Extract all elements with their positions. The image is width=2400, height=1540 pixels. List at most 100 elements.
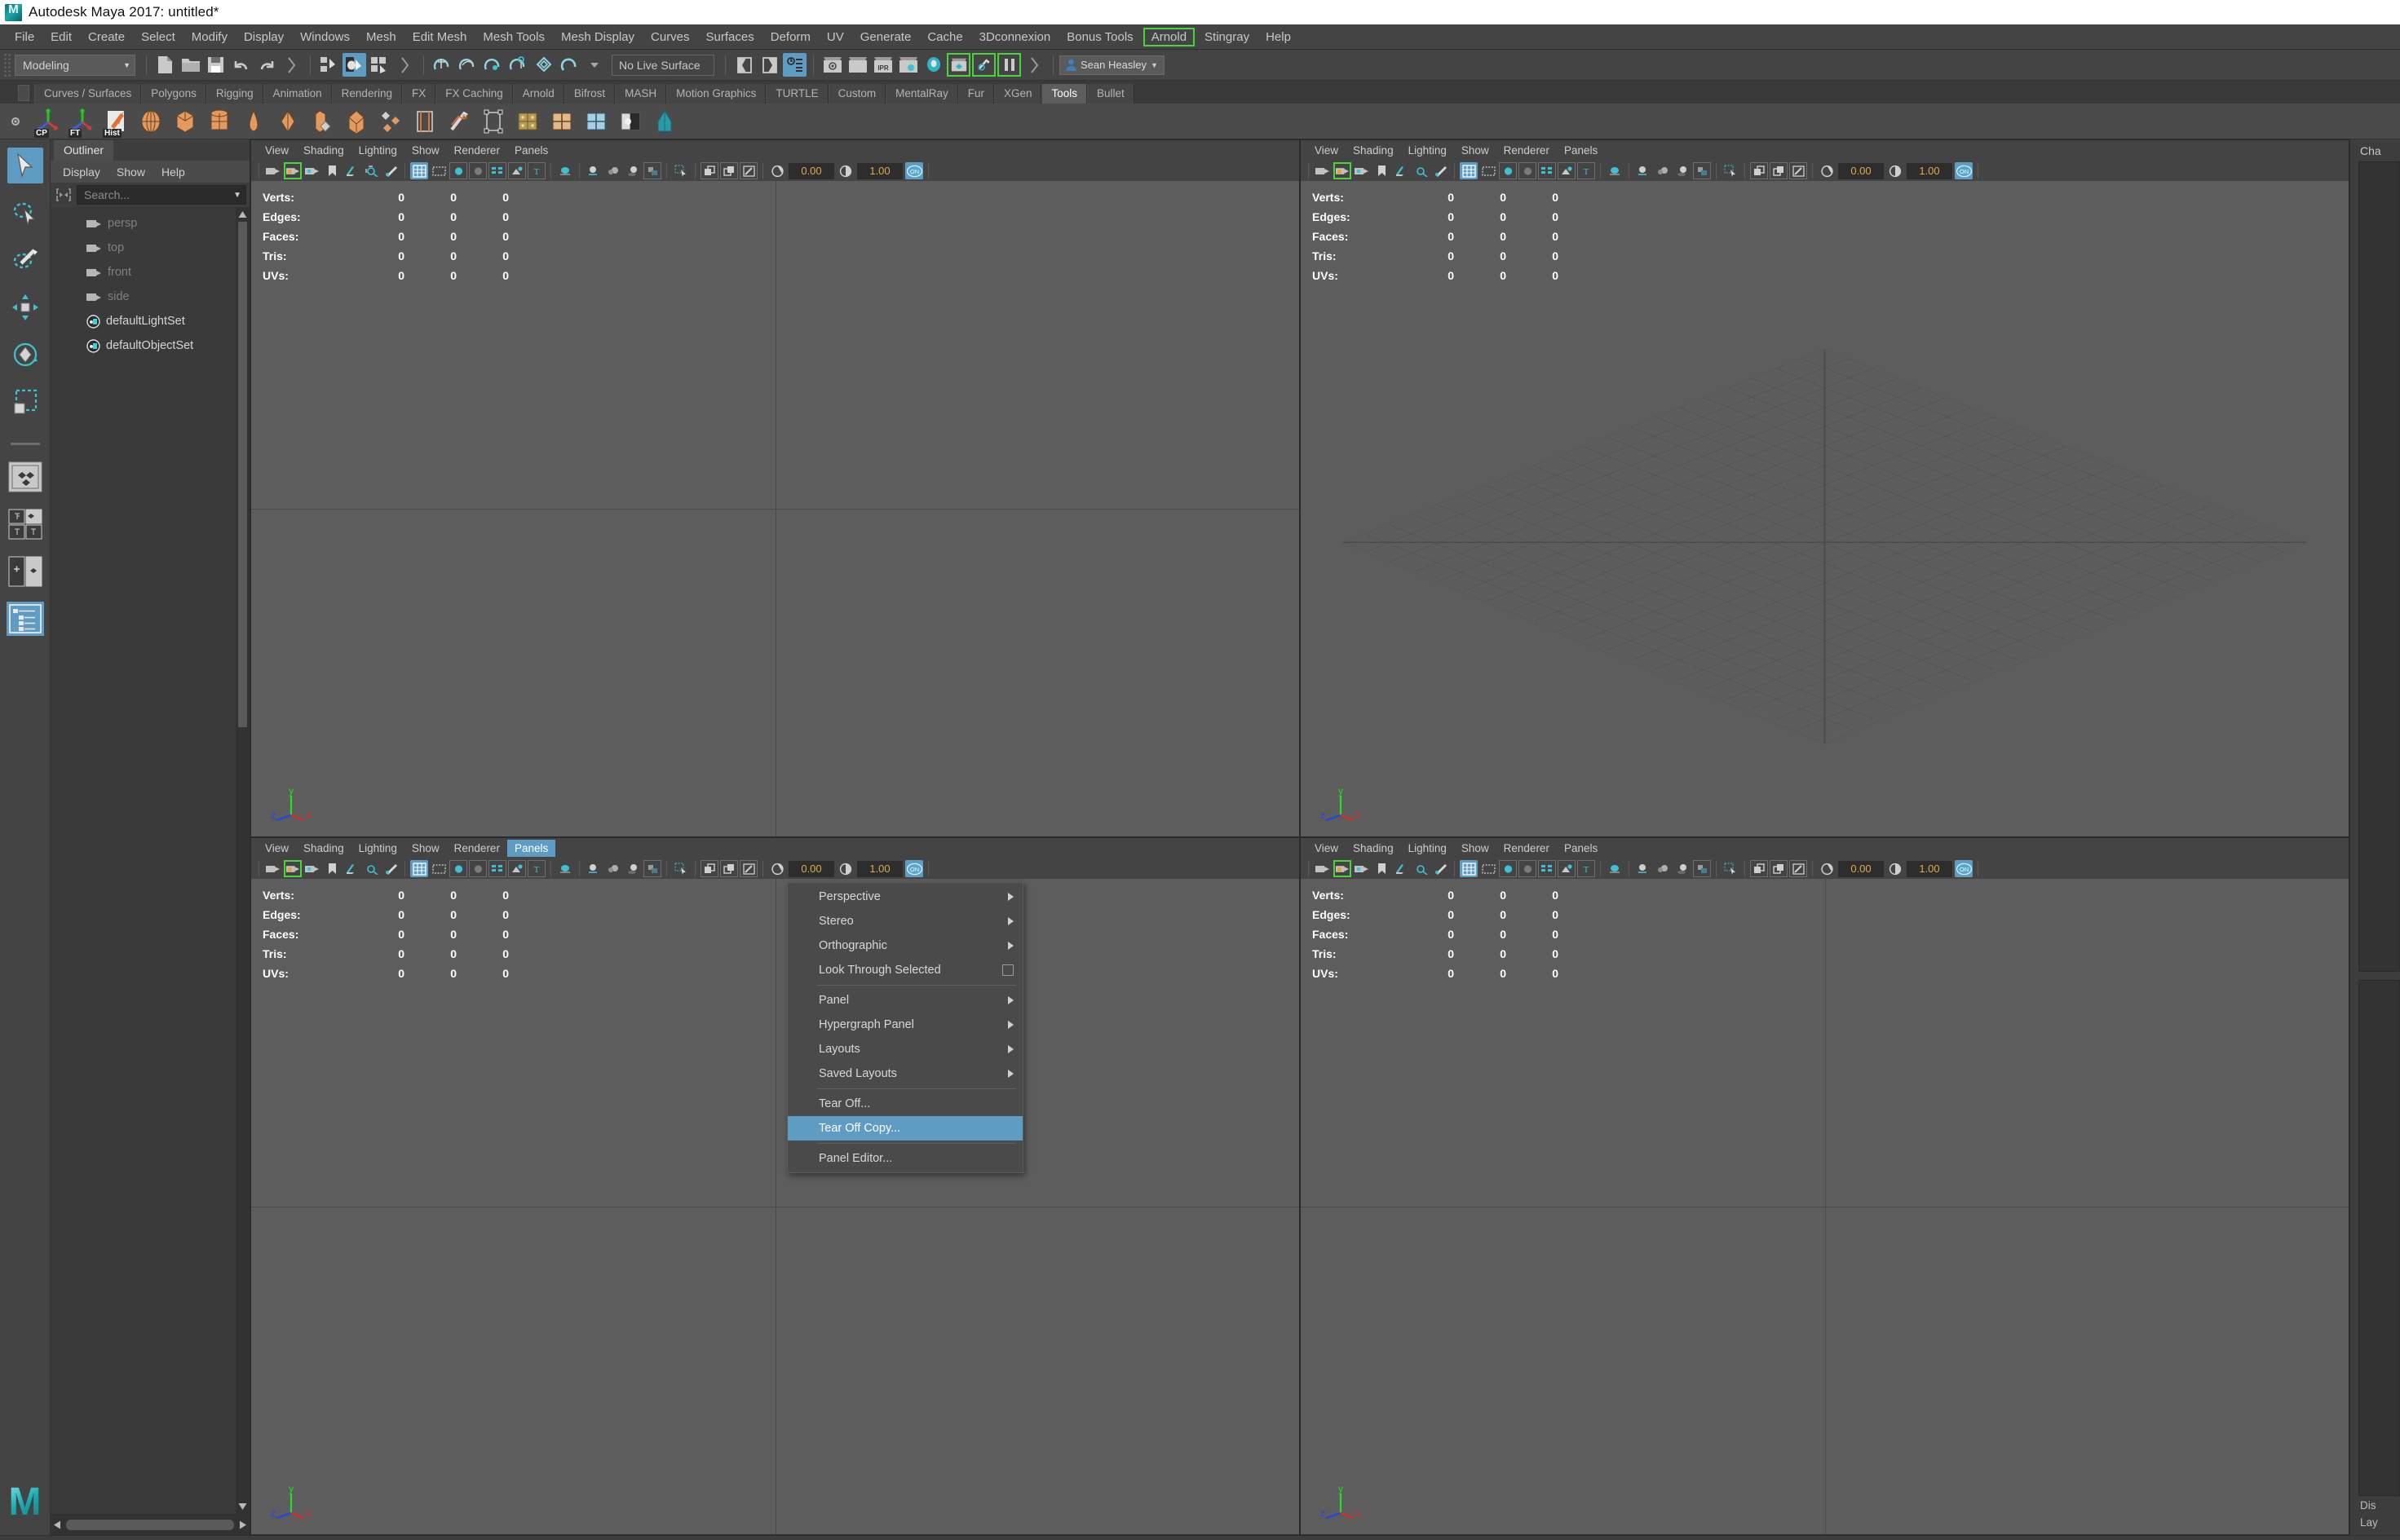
menu-item-look-through-selected[interactable]: Look Through Selected bbox=[788, 958, 1023, 982]
shelf-button-polyprism[interactable] bbox=[307, 106, 338, 137]
lasso-select-tool[interactable] bbox=[7, 195, 43, 231]
panels-dropdown-menu[interactable]: Perspective Stereo Orthographic Look Thr… bbox=[787, 882, 1023, 1173]
render-collapse-arrow[interactable] bbox=[1023, 53, 1046, 77]
lighting-display-icon[interactable] bbox=[1558, 860, 1576, 877]
xray-shading-icon[interactable] bbox=[556, 162, 574, 179]
outliner-item-defaultlightset[interactable]: defaultLightSet bbox=[51, 309, 236, 333]
persp-outliner-layout[interactable] bbox=[7, 554, 44, 589]
lock-camera-icon[interactable] bbox=[1333, 860, 1351, 877]
shadows-icon[interactable] bbox=[624, 162, 642, 179]
menu-arnold[interactable]: Arnold bbox=[1143, 27, 1196, 46]
grease-pencil-icon[interactable] bbox=[1431, 860, 1449, 877]
select-camera-icon[interactable] bbox=[1314, 162, 1332, 179]
menu-generate[interactable]: Generate bbox=[852, 28, 920, 46]
shelf-tab-fx-caching[interactable]: FX Caching bbox=[435, 84, 513, 104]
render-region-icon[interactable] bbox=[740, 860, 758, 877]
lighting-display-icon[interactable] bbox=[508, 860, 526, 877]
save-scene-button[interactable] bbox=[204, 53, 228, 77]
menu-cache[interactable]: Cache bbox=[919, 28, 970, 46]
texture-display-icon[interactable] bbox=[488, 162, 506, 179]
camera-attributes-icon[interactable] bbox=[1353, 860, 1371, 877]
menu-mesh[interactable]: Mesh bbox=[358, 28, 404, 46]
texture-display-icon[interactable] bbox=[1538, 162, 1556, 179]
vp-menu-panels[interactable]: Panels bbox=[1557, 142, 1605, 159]
menu-edit-mesh[interactable]: Edit Mesh bbox=[404, 28, 475, 46]
gamma-icon[interactable] bbox=[1886, 162, 1904, 179]
two-d-pan-zoom-icon[interactable] bbox=[1412, 860, 1430, 877]
vp-menu-show[interactable]: Show bbox=[404, 142, 447, 159]
bookmark-icon[interactable] bbox=[1372, 162, 1390, 179]
outliner-item-persp[interactable]: persp bbox=[51, 211, 236, 236]
shelf-tab-rendering[interactable]: Rendering bbox=[331, 84, 402, 104]
shelf-tab-arnold[interactable]: Arnold bbox=[512, 84, 564, 104]
four-view-layout[interactable] bbox=[7, 507, 44, 541]
persp-graph-layout[interactable] bbox=[6, 602, 44, 636]
shelf-tab-tools[interactable]: Tools bbox=[1041, 84, 1087, 104]
arnold-render-view-button[interactable] bbox=[972, 53, 996, 77]
open-sidebar-right-button[interactable] bbox=[758, 53, 781, 77]
open-scene-button[interactable] bbox=[179, 53, 202, 77]
select-region-icon[interactable] bbox=[1722, 860, 1739, 877]
xray-shading-icon[interactable] bbox=[556, 860, 574, 877]
smooth-shade-icon[interactable] bbox=[469, 860, 487, 877]
isolate-select-icon[interactable] bbox=[1750, 860, 1768, 877]
render-region-icon[interactable] bbox=[1789, 162, 1807, 179]
expand-collapse-icon[interactable] bbox=[54, 186, 73, 204]
gamma-icon[interactable] bbox=[837, 860, 855, 877]
menu-select[interactable]: Select bbox=[133, 28, 183, 46]
shelf-button-polypyramid[interactable] bbox=[341, 106, 372, 137]
outliner-horizontal-scrollbar[interactable] bbox=[51, 1514, 250, 1535]
shelf-button-uv-automatic[interactable] bbox=[615, 106, 646, 137]
menu-3dconnexion[interactable]: 3Dconnexion bbox=[971, 28, 1059, 46]
viewport-canvas-perspective[interactable]: Verts: 0 0 0 Edges: 0 0 0 Faces: 0 0 0 T… bbox=[1301, 181, 2349, 836]
viewport-canvas[interactable]: Verts: 0 0 0 Edges: 0 0 0 Faces: 0 0 0 T… bbox=[1301, 879, 2349, 1534]
color-management-toggle[interactable]: ON bbox=[905, 162, 923, 179]
menu-mesh-tools[interactable]: Mesh Tools bbox=[475, 28, 553, 46]
xray-joints-icon[interactable] bbox=[1634, 162, 1652, 179]
shelf-button-hist[interactable]: Hist bbox=[101, 106, 132, 138]
bookmark-icon[interactable] bbox=[323, 162, 341, 179]
rotate-tool[interactable] bbox=[7, 337, 43, 373]
film-gate-icon[interactable] bbox=[1479, 162, 1497, 179]
xray-active-icon[interactable] bbox=[604, 162, 622, 179]
wireframe-on-shaded-icon[interactable] bbox=[449, 860, 467, 877]
outliner-item-top[interactable]: top bbox=[51, 236, 236, 260]
gear-icon[interactable] bbox=[7, 113, 24, 130]
shelf-button-uv-planar[interactable] bbox=[546, 106, 577, 137]
exposure-value[interactable]: 0.00 bbox=[789, 162, 834, 179]
grid-toggle-icon[interactable] bbox=[410, 860, 428, 877]
select-region-icon[interactable] bbox=[672, 162, 690, 179]
menu-display[interactable]: Display bbox=[236, 28, 292, 46]
pause-render-button[interactable] bbox=[997, 53, 1021, 77]
ao-icon[interactable] bbox=[1693, 860, 1711, 877]
redo-button[interactable] bbox=[254, 53, 278, 77]
shelf-button-uv-editor[interactable] bbox=[512, 106, 543, 137]
snap-to-grid-button[interactable] bbox=[431, 53, 454, 77]
camera-attributes-icon[interactable] bbox=[303, 860, 321, 877]
menuset-selector[interactable]: Modeling ▼ bbox=[15, 54, 135, 76]
attribute-editor-toggle[interactable] bbox=[783, 53, 807, 77]
open-sidebar-left-button[interactable] bbox=[732, 53, 756, 77]
outliner-list[interactable]: persp top front side defaultLightSet def… bbox=[51, 207, 250, 1514]
two-d-pan-zoom-icon[interactable] bbox=[362, 860, 380, 877]
vp-menu-shading[interactable]: Shading bbox=[296, 142, 351, 159]
menu-surfaces[interactable]: Surfaces bbox=[698, 28, 762, 46]
vp-menu-renderer[interactable]: Renderer bbox=[1496, 142, 1557, 159]
outliner-item-side[interactable]: side bbox=[51, 285, 236, 309]
shelf-button-polycylinder[interactable] bbox=[204, 106, 235, 137]
snap-to-projected-center-button[interactable] bbox=[506, 53, 530, 77]
exposure-icon[interactable] bbox=[768, 860, 786, 877]
shelf-tab-fur[interactable]: Fur bbox=[957, 84, 994, 104]
shelf-menu-handle[interactable] bbox=[18, 85, 29, 101]
shelf-button-polycube[interactable] bbox=[170, 106, 201, 137]
wireframe-on-shaded-icon[interactable] bbox=[1499, 162, 1517, 179]
select-tool[interactable] bbox=[7, 148, 43, 183]
xray-active-icon[interactable] bbox=[1654, 860, 1672, 877]
shelf-tab-turtle[interactable]: TURTLE bbox=[766, 84, 829, 104]
grid-toggle-icon[interactable] bbox=[1460, 860, 1478, 877]
exposure-value[interactable]: 0.00 bbox=[789, 860, 834, 877]
shelf-button-polytorus[interactable] bbox=[272, 106, 303, 137]
isolate-select-icon[interactable] bbox=[701, 162, 718, 179]
select-by-object-button[interactable] bbox=[343, 53, 366, 77]
wireframe-on-shaded-icon[interactable] bbox=[449, 162, 467, 179]
